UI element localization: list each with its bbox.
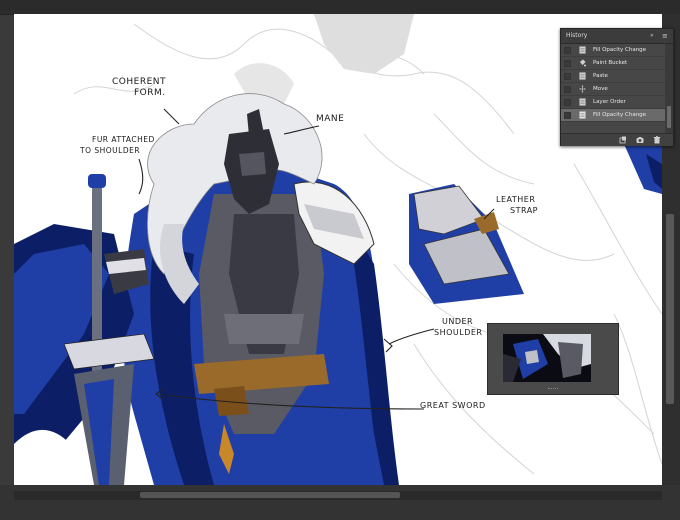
- doc-icon: [579, 72, 586, 80]
- history-item-label: Paste: [593, 73, 608, 79]
- history-item[interactable]: Move: [561, 83, 665, 96]
- bucket-icon: [579, 59, 586, 67]
- annotation-line: LEATHER: [496, 195, 536, 204]
- history-brush-source-checkbox[interactable]: [564, 112, 571, 119]
- annotation-line: TO SHOULDER: [80, 146, 141, 155]
- history-brush-source-checkbox[interactable]: [564, 86, 571, 93]
- annotation-mane: MANE: [316, 114, 345, 124]
- vertical-scroll-thumb[interactable]: [666, 214, 674, 404]
- history-item-label: Move: [593, 86, 608, 92]
- history-titlebar[interactable]: History » ≡: [561, 29, 673, 44]
- doc-icon: [579, 46, 586, 54]
- history-item[interactable]: Layer Order: [561, 96, 665, 109]
- annotation-line: STRAP: [510, 206, 538, 215]
- history-item-label: Paint Bucket: [593, 60, 628, 66]
- navigator-resize-grip[interactable]: [548, 388, 558, 391]
- navigator-panel[interactable]: [487, 323, 619, 395]
- horizontal-scroll-thumb[interactable]: [140, 492, 400, 498]
- doc-icon: [579, 111, 586, 119]
- navigator-preview[interactable]: [503, 334, 591, 382]
- camera-snapshot-icon[interactable]: [636, 136, 644, 144]
- new-document-from-state-icon[interactable]: [619, 136, 627, 144]
- annotation-line: UNDER: [442, 317, 474, 326]
- history-scrollbar[interactable]: [665, 44, 673, 133]
- preview-image: [503, 334, 591, 382]
- history-brush-source-checkbox[interactable]: [564, 73, 571, 80]
- collapse-panel-icon[interactable]: »: [650, 31, 654, 41]
- history-item-active[interactable]: Fill Opacity Change: [561, 109, 665, 122]
- history-brush-source-checkbox[interactable]: [564, 99, 571, 106]
- annotation-coherent-form: COHERENT FORM.: [112, 77, 166, 99]
- history-brush-source-checkbox[interactable]: [564, 47, 571, 54]
- history-item-label: Fill Opacity Change: [593, 47, 647, 53]
- history-brush-source-checkbox[interactable]: [564, 60, 571, 67]
- annotation-under-shoulder: UNDER SHOULDER: [434, 316, 482, 338]
- annotation-leather-strap: LEATHER STRAP: [496, 194, 538, 216]
- history-item[interactable]: Paint Bucket: [561, 57, 665, 70]
- history-panel[interactable]: History » ≡ Fill Opacity Change Paint Bu…: [560, 28, 674, 146]
- move-icon: [579, 85, 586, 93]
- trash-icon[interactable]: [653, 136, 661, 144]
- horizontal-scrollbar[interactable]: [0, 485, 680, 520]
- history-item-label: Fill Opacity Change: [593, 112, 647, 118]
- top-toolbar-strip: [0, 0, 680, 15]
- history-tab[interactable]: History: [563, 31, 590, 41]
- history-scroll-thumb[interactable]: [667, 106, 671, 128]
- history-footer: [561, 133, 673, 146]
- history-item-label: Layer Order: [593, 99, 626, 105]
- annotation-fur-attached: FUR ATTACHED TO SHOULDER: [80, 134, 155, 156]
- annotation-line: COHERENT: [112, 77, 166, 87]
- doc-icon: [579, 98, 586, 106]
- annotation-line: SHOULDER: [434, 328, 483, 337]
- annotation-great-sword: GREAT SWORD: [420, 401, 486, 410]
- history-list[interactable]: Fill Opacity Change Paint Bucket Paste M…: [561, 44, 665, 133]
- history-item[interactable]: Paste: [561, 70, 665, 83]
- annotation-line: FUR ATTACHED: [92, 135, 155, 144]
- history-item[interactable]: Fill Opacity Change: [561, 44, 665, 57]
- annotation-line: FORM.: [134, 88, 166, 98]
- panel-menu-icon[interactable]: ≡: [662, 31, 668, 41]
